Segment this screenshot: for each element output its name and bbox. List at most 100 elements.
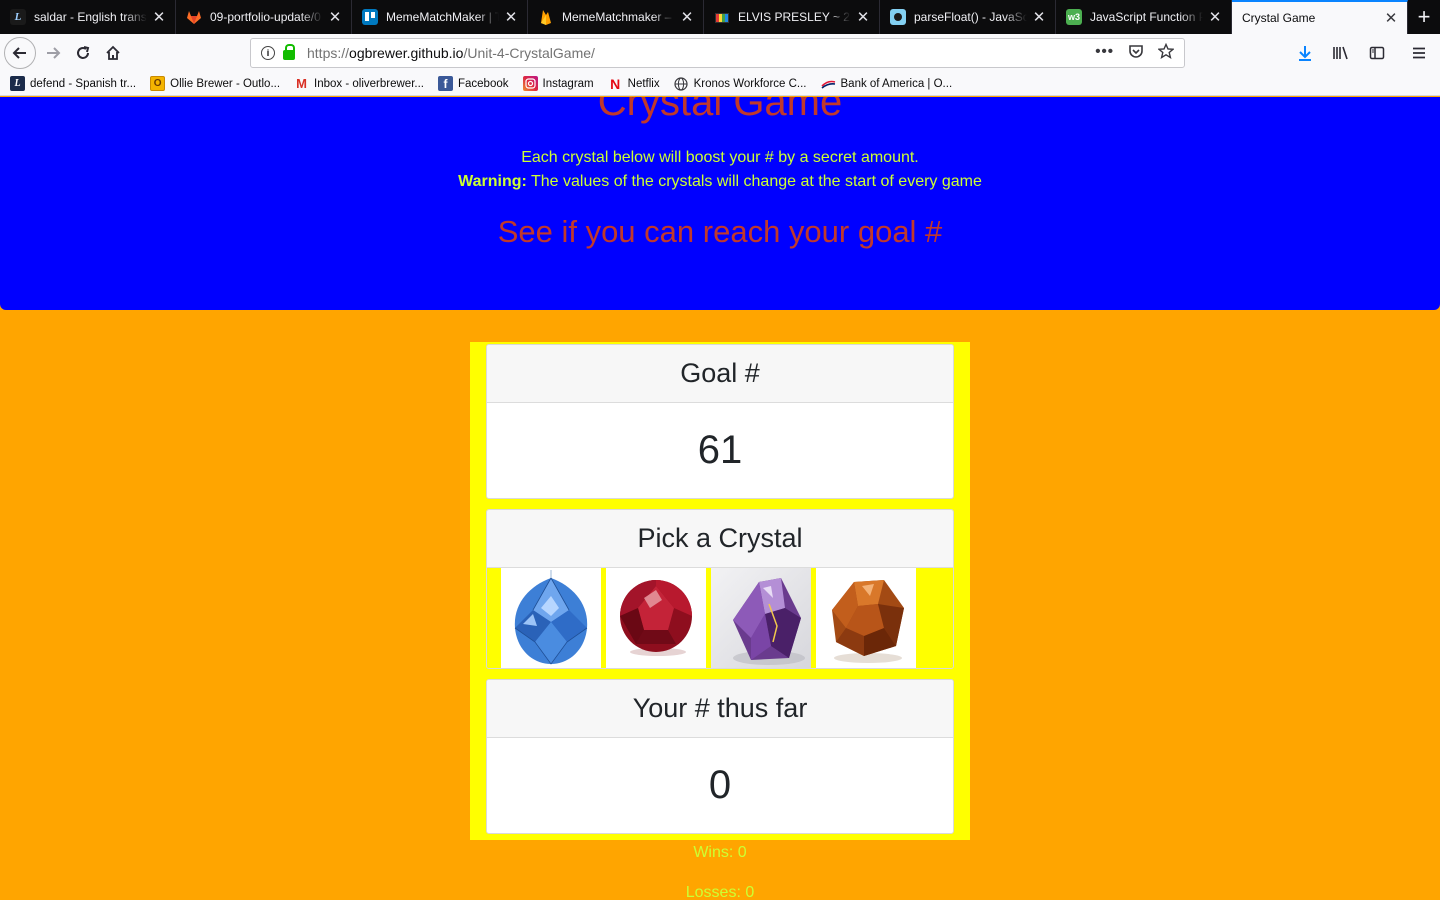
tab-mdn[interactable]: parseFloat() - JavaSc ✕ <box>880 0 1056 34</box>
mdn-icon <box>890 9 906 25</box>
instagram-icon <box>522 76 538 91</box>
tab-title: parseFloat() - JavaSc <box>914 10 1027 24</box>
tab-title: 09-portfolio-update/0 <box>210 10 321 24</box>
sidebar-icon <box>1369 46 1385 60</box>
back-button[interactable] <box>4 37 36 69</box>
firebase-icon <box>538 9 554 25</box>
linguee-icon: L <box>10 9 26 25</box>
library-button[interactable] <box>1326 38 1356 68</box>
linguee-icon: L <box>10 76 25 91</box>
bookmark-label: Ollie Brewer - Outlo... <box>170 77 281 90</box>
blue-crystal[interactable] <box>501 568 601 668</box>
bookmark-item[interactable]: N Netflix <box>608 75 660 92</box>
bookmark-label: defend - Spanish tr... <box>30 77 137 90</box>
bookmark-item[interactable]: M Inbox - oliverbrewer... <box>294 76 424 91</box>
tab-w3schools[interactable]: w3 JavaScript Function P ✕ <box>1056 0 1232 34</box>
gitlab-icon <box>186 9 202 25</box>
info-icon[interactable]: i <box>261 46 275 60</box>
lock-icon[interactable] <box>283 44 295 60</box>
bookmark-label: Netflix <box>627 77 660 90</box>
menu-button[interactable] <box>1404 38 1434 68</box>
tv-icon <box>714 9 730 25</box>
pick-header: Pick a Crystal <box>487 510 953 568</box>
wins-counter: Wins: 0 <box>693 844 747 861</box>
tab-title: MemeMatchmaker – D <box>562 10 675 24</box>
warning-text: The values of the crystals will change a… <box>526 173 982 190</box>
tab-title: Crystal Game <box>1242 11 1316 25</box>
navigation-toolbar: i https://ogbrewer.github.io/Unit-4-Crys… <box>0 34 1440 72</box>
tab-strip: L saldar - English transl ✕ 09-portfolio… <box>0 0 1440 34</box>
tab-title: JavaScript Function P <box>1090 10 1203 24</box>
url-host: ogbrewer.github.io <box>349 45 464 61</box>
url-text[interactable]: https://ogbrewer.github.io/Unit-4-Crysta… <box>307 45 595 61</box>
tab-crystal-game[interactable]: Crystal Game ✕ <box>1232 0 1408 34</box>
bookmark-item[interactable]: Kronos Workforce C... <box>674 76 807 91</box>
address-bar[interactable]: i https://ogbrewer.github.io/Unit-4-Crys… <box>250 38 1185 68</box>
close-icon[interactable]: ✕ <box>151 8 167 26</box>
warning-line: Warning: The values of the crystals will… <box>0 170 1440 194</box>
tab-title: ELVIS PRESLEY ~ 2X ( <box>738 10 851 24</box>
netflix-icon: N <box>610 75 621 92</box>
game-board: Goal # 61 Pick a Crystal Your # thus far… <box>470 342 970 840</box>
tab-gitlab[interactable]: 09-portfolio-update/0 ✕ <box>176 0 352 34</box>
instructions: Each crystal below will boost your # by … <box>0 146 1440 194</box>
arrow-right-icon <box>47 47 61 59</box>
bookmark-label: Bank of America | O... <box>840 77 953 90</box>
url-scheme: https:// <box>307 45 350 61</box>
reload-button[interactable] <box>68 38 98 68</box>
tab-firebase[interactable]: MemeMatchmaker – D ✕ <box>528 0 704 34</box>
page-viewport: Crystal Game Each crystal below will boo… <box>0 97 1440 900</box>
facebook-icon: f <box>437 76 453 91</box>
sidebar-button[interactable] <box>1362 38 1392 68</box>
outlook-icon: O <box>150 76 166 91</box>
gmail-icon: M <box>296 76 307 91</box>
hero-banner: Crystal Game Each crystal below will boo… <box>0 97 1440 310</box>
bookmark-item[interactable]: Bank of America | O... <box>820 76 953 91</box>
home-button[interactable] <box>98 38 128 68</box>
close-icon[interactable]: ✕ <box>503 8 519 26</box>
orange-crystal[interactable] <box>816 568 916 668</box>
trello-icon <box>362 9 378 25</box>
orange-crystal-icon <box>832 580 904 663</box>
close-icon[interactable]: ✕ <box>1031 8 1047 26</box>
bookmark-item[interactable]: f Facebook <box>437 76 509 91</box>
close-icon[interactable]: ✕ <box>679 8 695 26</box>
globe-icon <box>674 76 689 91</box>
arrow-left-icon <box>12 47 26 59</box>
bookmark-label: Instagram <box>542 77 594 90</box>
red-crystal-icon <box>620 580 692 656</box>
downloads-button[interactable] <box>1290 38 1320 68</box>
bookmark-item[interactable]: L defend - Spanish tr... <box>10 76 136 91</box>
bookmark-star-icon[interactable] <box>1157 42 1175 63</box>
bookmark-item[interactable]: Instagram <box>522 76 594 91</box>
tab-trello[interactable]: MemeMatchMaker | Tr ✕ <box>352 0 528 34</box>
bookmark-label: Kronos Workforce C... <box>693 77 807 90</box>
tab-title: MemeMatchMaker | Tr <box>386 10 499 24</box>
purple-crystal[interactable] <box>711 568 811 668</box>
w3schools-icon: w3 <box>1066 9 1082 25</box>
bookmarks-toolbar: L defend - Spanish tr... O Ollie Brewer … <box>0 72 1440 96</box>
bofa-icon <box>820 76 836 91</box>
close-icon[interactable]: ✕ <box>327 8 343 26</box>
close-icon[interactable]: ✕ <box>1383 9 1399 27</box>
tab-linguee[interactable]: L saldar - English transl ✕ <box>0 0 176 34</box>
bookmark-label: Inbox - oliverbrewer... <box>314 77 424 90</box>
pocket-icon[interactable] <box>1128 43 1144 63</box>
bookmark-item[interactable]: O Ollie Brewer - Outlo... <box>150 76 280 91</box>
page-title: Crystal Game <box>597 97 843 124</box>
red-crystal[interactable] <box>606 568 706 668</box>
new-tab-button[interactable]: + <box>1408 0 1440 34</box>
library-icon <box>1333 46 1348 60</box>
forward-button[interactable] <box>38 38 68 68</box>
more-actions-icon[interactable]: ••• <box>1095 43 1114 63</box>
goal-value: 61 <box>697 428 743 472</box>
purple-crystal-icon <box>733 578 805 665</box>
total-value: 0 <box>708 763 732 807</box>
tab-title: saldar - English transl <box>34 10 147 24</box>
goal-card: Goal # 61 <box>486 344 954 499</box>
total-header: Your # thus far <box>487 680 953 738</box>
url-path: /Unit-4-CrystalGame/ <box>463 45 595 61</box>
close-icon[interactable]: ✕ <box>855 8 871 26</box>
tab-elvis[interactable]: ELVIS PRESLEY ~ 2X ( ✕ <box>704 0 880 34</box>
close-icon[interactable]: ✕ <box>1207 8 1223 26</box>
